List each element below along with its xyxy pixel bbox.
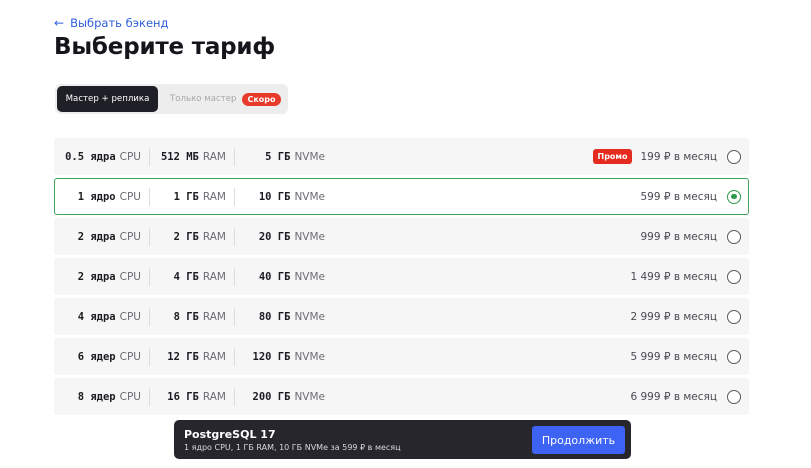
mode-master-replica-button[interactable]: Мастер + реплика [57,86,158,112]
plan-cpu-value: 1 ядро [77,190,116,203]
plan-ram-unit: RAM [202,230,226,243]
plan-disk-unit: NVMe [294,390,325,403]
plan-ram-value: 8 ГБ [173,310,199,323]
back-link-label: Выбрать бэкенд [70,16,169,30]
plan-cpu-value: 6 ядер [77,350,116,363]
plan-cpu-unit: CPU [119,150,141,163]
back-link[interactable]: ← Выбрать бэкенд [54,16,169,30]
plan-ram-unit: RAM [202,190,226,203]
plan-radio[interactable] [727,229,741,244]
summary-subtitle: 1 ядро CPU, 1 ГБ RAM, 10 ГБ NVMe за 599 … [184,442,401,452]
plan-ram-unit: RAM [202,150,226,163]
plan-radio[interactable] [727,149,741,164]
plan-disk-value: 5 ГБ [265,150,291,163]
mode-switch: Мастер + реплика Только мастер Скоро [55,84,288,114]
plan-ram: 512 МБ RAM [150,147,235,166]
plan-disk-value: 20 ГБ [258,230,291,243]
plan-radio[interactable] [727,349,741,364]
plan-disk-value: 10 ГБ [258,190,291,203]
plan-ram-unit: RAM [202,350,226,363]
plan-disk: 80 ГБ NVMe [235,308,325,326]
plan-cpu: 4 ядра CPU [55,307,150,326]
page-title: Выберите тариф [54,34,275,60]
plan-price: 999 ₽ в месяц [640,230,717,243]
plan-disk-unit: NVMe [294,190,325,203]
plan-price: 199 ₽ в месяц [640,150,717,163]
plan-ram-unit: RAM [202,390,226,403]
plan-ram-unit: RAM [202,270,226,283]
plan-cpu-value: 4 ядра [77,310,116,323]
plan-radio[interactable] [727,309,741,324]
plan-ram-value: 1 ГБ [173,190,199,203]
plan-row[interactable]: 6 ядер CPU 12 ГБ RAM 120 ГБ NVMe 5 999 ₽… [54,338,749,375]
plan-ram-value: 16 ГБ [167,390,199,403]
plan-cpu-value: 2 ядра [77,270,116,283]
plan-disk: 5 ГБ NVMe [235,148,325,166]
plan-disk: 120 ГБ NVMe [235,348,326,366]
plan-price: 6 999 ₽ в месяц [630,390,717,403]
plan-ram-unit: RAM [202,310,226,323]
plan-disk-unit: NVMe [294,230,325,243]
summary-bar: PostgreSQL 17 1 ядро CPU, 1 ГБ RAM, 10 Г… [174,420,631,459]
plan-cpu-unit: CPU [119,230,141,243]
plan-disk: 200 ГБ NVMe [235,388,326,406]
plan-ram: 2 ГБ RAM [150,227,235,246]
plan-price: 2 999 ₽ в месяц [630,310,717,323]
plan-disk-value: 120 ГБ [252,350,291,363]
plan-list: 0.5 ядра CPU 512 МБ RAM 5 ГБ NVMe Промо … [54,138,749,418]
plan-cpu-unit: CPU [119,390,141,403]
plan-row[interactable]: 1 ядро CPU 1 ГБ RAM 10 ГБ NVMe 599 ₽ в м… [54,178,749,215]
plan-radio[interactable] [727,389,741,404]
plan-ram: 1 ГБ RAM [150,187,235,206]
continue-button[interactable]: Продолжить [532,426,625,454]
plan-cpu: 1 ядро CPU [55,187,150,206]
plan-cpu: 2 ядра CPU [55,267,150,286]
plan-ram-value: 12 ГБ [167,350,199,363]
plan-disk-unit: NVMe [294,270,325,283]
plan-disk-value: 40 ГБ [258,270,291,283]
plan-cpu-unit: CPU [119,270,141,283]
plan-ram: 16 ГБ RAM [150,387,235,406]
plan-disk-value: 200 ГБ [252,390,291,403]
plan-ram-value: 2 ГБ [173,230,199,243]
arrow-left-icon: ← [54,16,65,30]
plan-ram: 8 ГБ RAM [150,307,235,326]
plan-radio[interactable] [727,269,741,284]
plan-ram: 4 ГБ RAM [150,267,235,286]
plan-price: 599 ₽ в месяц [640,190,717,203]
plan-cpu-unit: CPU [119,350,141,363]
plan-cpu-value: 8 ядер [77,390,116,403]
mode-master-only-button: Только мастер Скоро [158,86,286,112]
plan-cpu-unit: CPU [119,190,141,203]
plan-cpu-value: 0.5 ядра [65,150,116,163]
promo-badge: Промо [592,149,633,164]
mode-master-only-label: Только мастер [170,94,237,104]
plan-row[interactable]: 4 ядра CPU 8 ГБ RAM 80 ГБ NVMe 2 999 ₽ в… [54,298,749,335]
plan-disk-unit: NVMe [294,310,325,323]
plan-disk-unit: NVMe [294,350,325,363]
plan-radio[interactable] [727,189,741,204]
plan-cpu-unit: CPU [119,310,141,323]
plan-cpu: 2 ядра CPU [55,227,150,246]
plan-row[interactable]: 2 ядра CPU 2 ГБ RAM 20 ГБ NVMe 999 ₽ в м… [54,218,749,255]
plan-price: 1 499 ₽ в месяц [630,270,717,283]
plan-disk: 20 ГБ NVMe [235,228,325,246]
summary-title: PostgreSQL 17 [184,427,276,441]
plan-price: 5 999 ₽ в месяц [630,350,717,363]
plan-disk-unit: NVMe [294,150,325,163]
plan-ram-value: 4 ГБ [173,270,199,283]
plan-ram: 12 ГБ RAM [150,347,235,366]
plan-disk-value: 80 ГБ [258,310,291,323]
soon-badge: Скоро [242,92,281,106]
plan-ram-value: 512 МБ [160,150,199,163]
plan-row[interactable]: 2 ядра CPU 4 ГБ RAM 40 ГБ NVMe 1 499 ₽ в… [54,258,749,295]
plan-disk: 10 ГБ NVMe [235,188,325,206]
plan-cpu: 8 ядер CPU [55,387,150,406]
plan-row[interactable]: 0.5 ядра CPU 512 МБ RAM 5 ГБ NVMe Промо … [54,138,749,175]
plan-cpu: 0.5 ядра CPU [55,147,150,166]
plan-cpu: 6 ядер CPU [55,347,150,366]
plan-disk: 40 ГБ NVMe [235,268,325,286]
plan-row[interactable]: 8 ядер CPU 16 ГБ RAM 200 ГБ NVMe 6 999 ₽… [54,378,749,415]
plan-cpu-value: 2 ядра [77,230,116,243]
